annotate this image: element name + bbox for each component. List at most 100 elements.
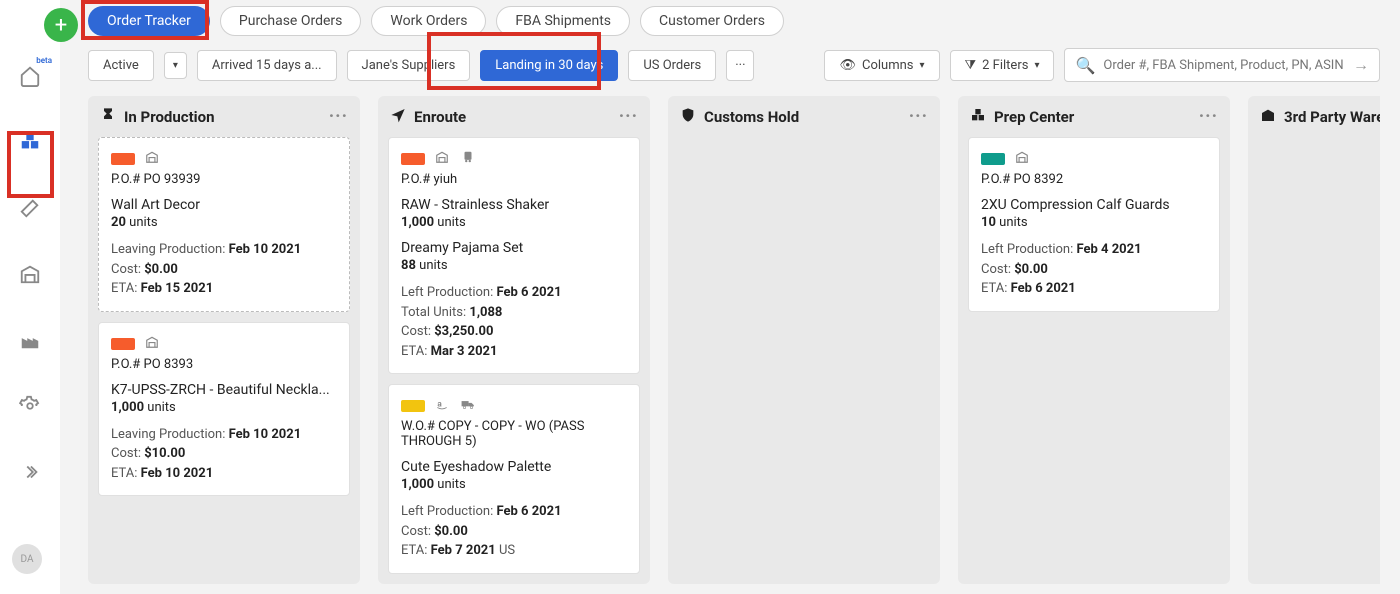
main: Order Tracker Purchase Orders Work Order… (60, 0, 1400, 594)
card-meta: Left Production: Feb 4 2021Cost: $0.00ET… (981, 240, 1207, 299)
card-meta: Leaving Production: Feb 10 2021Cost: $0.… (111, 240, 337, 299)
tab-fba-shipments[interactable]: FBA Shipments (496, 6, 630, 36)
column-title: 3rd Party Warehouse (1284, 108, 1380, 126)
filter-more[interactable]: ··· (726, 50, 754, 81)
po-number: P.O.# PO 93939 (111, 172, 337, 187)
nav-tools[interactable] (12, 192, 48, 228)
po-number: P.O.# PO 8392 (981, 172, 1207, 187)
filter-active[interactable]: Active (88, 50, 154, 81)
status-chip (401, 153, 425, 165)
nav-orders[interactable] (12, 126, 48, 162)
product-name: Wall Art Decor (111, 197, 337, 213)
column-menu[interactable]: ··· (619, 106, 638, 127)
compass-icon (390, 107, 406, 127)
card-status-icons: a (401, 397, 627, 415)
meta-line: ETA: Feb 15 2021 (111, 279, 337, 299)
tab-purchase-orders[interactable]: Purchase Orders (220, 6, 361, 36)
filter-suppliers[interactable]: Jane's Suppliers (347, 50, 471, 81)
order-card[interactable]: P.O.# PO 8393 K7-UPSS-ZRCH - Beautiful N… (98, 322, 350, 497)
product-name: RAW - Strainless Shaker (401, 197, 627, 213)
avatar[interactable]: DA (12, 544, 42, 574)
hourglass-icon (100, 107, 116, 127)
column-menu[interactable]: ··· (1199, 106, 1218, 127)
meta-line: ETA: Feb 10 2021 (111, 464, 337, 484)
product-name: Cute Eyeshadow Palette (401, 459, 627, 475)
nav-settings[interactable] (12, 390, 48, 426)
meta-line: Cost: $0.00 (981, 260, 1207, 280)
meta-line: Cost: $10.00 (111, 444, 337, 464)
add-button[interactable]: + (44, 8, 78, 42)
nav-factory[interactable] (12, 324, 48, 360)
po-number: W.O.# COPY - COPY - WO (PASS THROUGH 5) (401, 419, 627, 449)
product-name: K7-UPSS-ZRCH - Beautiful Neckla... (111, 382, 337, 398)
column-body: P.O.# PO 8392 2XU Compression Calf Guard… (958, 137, 1230, 584)
card-meta: Left Production: Feb 6 2021Total Units: … (401, 283, 627, 361)
column-header: Enroute ··· (378, 96, 650, 137)
status-chip (401, 400, 425, 412)
chevron-down-icon: ▾ (173, 60, 178, 71)
column-header: 3rd Party Warehouse ··· (1248, 96, 1380, 137)
kanban-column: In Production ··· P.O.# PO 93939 Wall Ar… (88, 96, 360, 584)
warehouse-icon (433, 150, 451, 168)
warehouse-icon (1013, 150, 1031, 168)
column-title: In Production (124, 108, 215, 126)
product-name: Dreamy Pajama Set (401, 240, 627, 256)
product-units: 10 units (981, 215, 1207, 230)
column-header: Customs Hold ··· (668, 96, 940, 137)
meta-line: Leaving Production: Feb 10 2021 (111, 425, 337, 445)
status-chip (981, 153, 1005, 165)
columns-label: Columns (862, 58, 914, 73)
search-input[interactable] (1103, 58, 1345, 73)
filter-row: Active ▾ Arrived 15 days a... Jane's Sup… (88, 48, 1380, 82)
filter-active-caret[interactable]: ▾ (164, 52, 187, 79)
order-card[interactable]: P.O.# yiuh RAW - Strainless Shaker 1,000… (388, 137, 640, 374)
meta-line: Cost: $3,250.00 (401, 322, 627, 342)
meta-line: Left Production: Feb 6 2021 (401, 283, 627, 303)
card-status-icons (401, 150, 627, 168)
arrow-right-icon[interactable]: → (1353, 55, 1369, 75)
product-units: 88 units (401, 258, 627, 273)
warehouse-icon (1260, 107, 1276, 127)
status-chip (111, 153, 135, 165)
meta-line: ETA: Mar 3 2021 (401, 342, 627, 362)
filter-landing[interactable]: Landing in 30 days (480, 50, 618, 81)
meta-line: Cost: $0.00 (111, 260, 337, 280)
tab-work-orders[interactable]: Work Orders (371, 6, 486, 36)
nav-home[interactable] (12, 60, 48, 96)
order-card[interactable]: a W.O.# COPY - COPY - WO (PASS THROUGH 5… (388, 384, 640, 574)
column-title: Enroute (414, 108, 466, 126)
tab-order-tracker[interactable]: Order Tracker (88, 6, 210, 36)
kanban-column: Enroute ··· P.O.# yiuh RAW - Strainless … (378, 96, 650, 584)
svg-text:a: a (437, 398, 442, 408)
order-card[interactable]: P.O.# PO 93939 Wall Art Decor 20 units L… (98, 137, 350, 312)
nav-expand[interactable] (12, 456, 48, 492)
warehouse-icon (19, 263, 41, 289)
kanban-column: 3rd Party Warehouse ··· (1248, 96, 1380, 584)
chevron-right-icon (19, 461, 41, 487)
card-status-icons (111, 150, 337, 168)
filter-us-orders[interactable]: US Orders (628, 50, 716, 81)
order-card[interactable]: P.O.# PO 8392 2XU Compression Calf Guard… (968, 137, 1220, 312)
card-status-icons (111, 335, 337, 353)
meta-line: Cost: $0.00 (401, 522, 627, 542)
gear-icon (19, 395, 41, 421)
filter-arrived[interactable]: Arrived 15 days a... (197, 50, 337, 81)
nav-warehouse[interactable] (12, 258, 48, 294)
search-icon: 🔍 (1075, 56, 1095, 75)
search-box[interactable]: 🔍 → (1064, 48, 1380, 82)
eye-off-icon: 👁 (839, 58, 856, 73)
filters-toggle[interactable]: ⧩ 2 Filters ▾ (950, 50, 1055, 81)
column-menu[interactable]: ··· (909, 106, 928, 127)
kanban-board: In Production ··· P.O.# PO 93939 Wall Ar… (88, 96, 1380, 584)
columns-toggle[interactable]: 👁 Columns ▾ (824, 50, 939, 81)
warehouse-icon (143, 150, 161, 168)
top-tabs: Order Tracker Purchase Orders Work Order… (88, 6, 1380, 36)
beta-badge: beta (36, 56, 52, 65)
product-name: 2XU Compression Calf Guards (981, 197, 1207, 213)
meta-line: Total Units: 1,088 (401, 303, 627, 323)
column-title: Customs Hold (704, 108, 799, 126)
sidebar: beta DA (0, 0, 60, 594)
column-menu[interactable]: ··· (329, 106, 348, 127)
tab-customer-orders[interactable]: Customer Orders (640, 6, 784, 36)
meta-line: ETA: Feb 6 2021 (981, 279, 1207, 299)
